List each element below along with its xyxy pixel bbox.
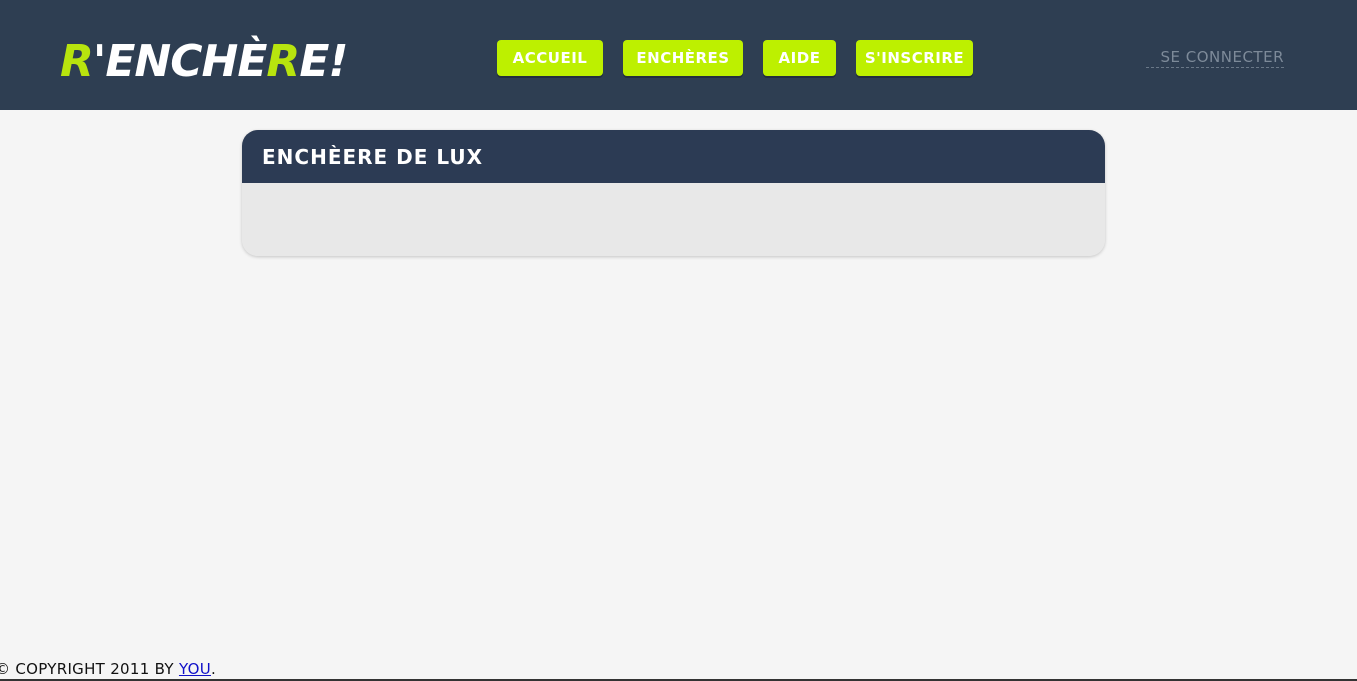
logo-letter-r-second: R — [266, 36, 300, 87]
footer-author-link[interactable]: YOU — [179, 660, 211, 678]
logo-text-end: E! — [299, 36, 348, 87]
nav-accueil-button[interactable]: ACCUEIL — [497, 40, 603, 76]
nav-encheres-button[interactable]: ENCHÈRES — [623, 40, 743, 76]
site-logo[interactable]: R'ENCHÈRE! — [60, 36, 348, 88]
auction-panel: ENCHÈERE DE LUX — [242, 130, 1105, 256]
footer-trailing: . — [210, 660, 217, 678]
nav-aide-button[interactable]: AIDE — [763, 40, 836, 76]
logo-letter-r: R — [60, 36, 94, 87]
copyright-text: © COPYRIGHT 2011 BY — [0, 660, 179, 678]
login-link[interactable]: SE CONNECTER — [1146, 48, 1284, 68]
panel-title: ENCHÈERE DE LUX — [242, 130, 1105, 183]
logo-text-part: 'ENCHÈ — [92, 36, 268, 87]
footer: © COPYRIGHT 2011 BY YOU. — [0, 660, 216, 678]
nav-sinscrire-button[interactable]: S'INSCRIRE — [856, 40, 973, 76]
panel-body — [242, 183, 1105, 256]
site-header: R'ENCHÈRE! ACCUEIL ENCHÈRES AIDE S'INSCR… — [0, 0, 1357, 110]
